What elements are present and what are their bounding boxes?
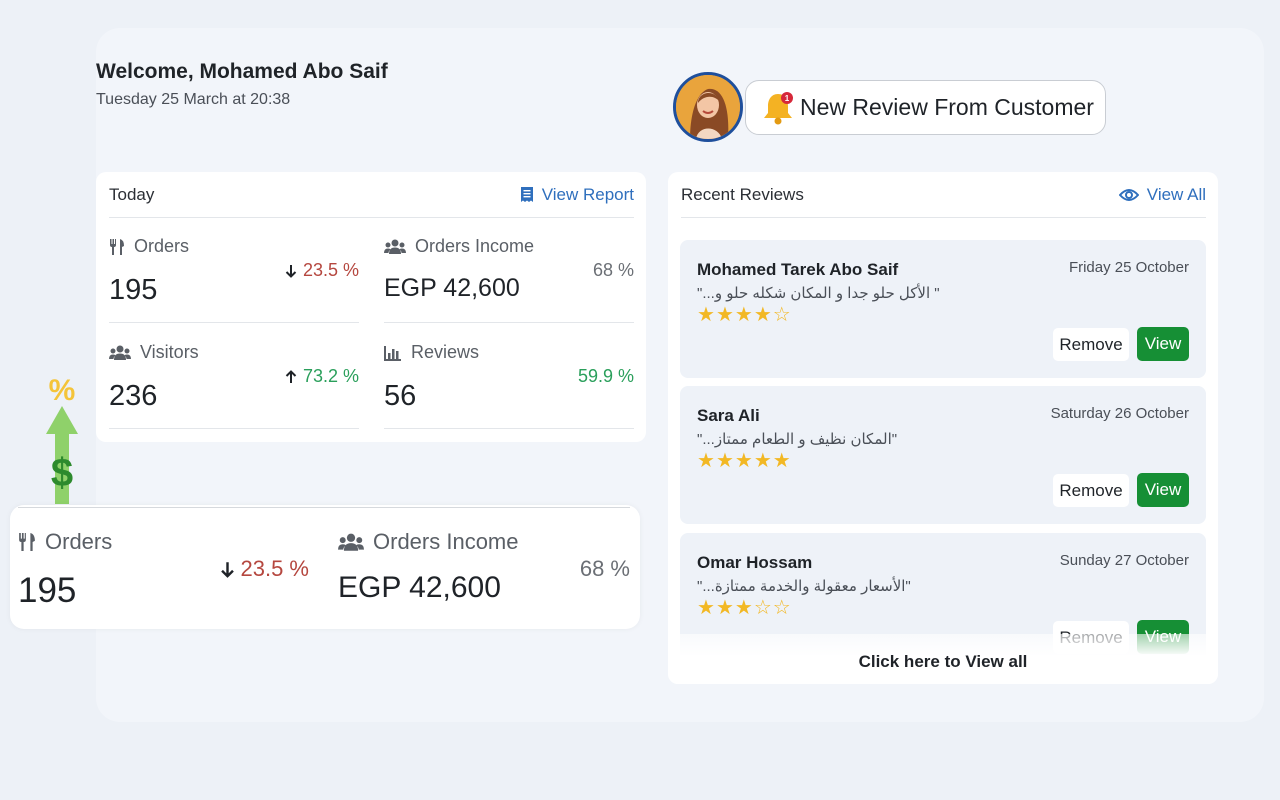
view-all-label: View All xyxy=(1146,184,1206,204)
remove-button[interactable]: Remove xyxy=(1053,474,1129,507)
svg-text:$: $ xyxy=(51,451,73,495)
star-filled-icon: ★ xyxy=(734,450,753,472)
current-datetime: Tuesday 25 March at 20:38 xyxy=(96,91,291,108)
arrow-down-icon xyxy=(220,561,234,578)
stat-value-orders: 195 xyxy=(18,571,77,610)
notification-text: New Review From Customer xyxy=(800,94,1094,120)
review-text: " الأكل حلو جدا و المكان شكله حلو و..." xyxy=(697,285,940,302)
avatar[interactable] xyxy=(673,72,743,142)
recent-reviews-card: Recent Reviews View All Mohamed Tarek Ab… xyxy=(668,172,1218,684)
stat-orders-income: Orders Income EGP 42,600 68 % xyxy=(384,218,634,323)
stat-value-orders-income: EGP 42,600 xyxy=(384,274,520,302)
stat-value-reviews: 56 xyxy=(384,380,417,412)
eye-icon xyxy=(1118,188,1139,201)
review-item: Mohamed Tarek Abo Saif Friday 25 October… xyxy=(680,240,1206,378)
growth-arrow-icon: % $ xyxy=(40,372,84,504)
stat-orders: Orders 195 23.5 % xyxy=(109,218,359,323)
stat-change-orders-income: 68 % xyxy=(579,556,630,581)
stat-label-reviews: Reviews xyxy=(411,342,480,362)
star-filled-icon: ★ xyxy=(753,450,772,472)
stat-label-visitors: Visitors xyxy=(140,342,199,362)
view-all-link[interactable]: View All xyxy=(1118,184,1206,205)
receipt-icon xyxy=(520,187,533,202)
star-filled-icon: ★ xyxy=(715,304,734,326)
stat-orders-zoomed: Orders 195 23.5 % xyxy=(18,505,309,610)
stat-change-orders-income: 68 % xyxy=(592,260,634,280)
stat-label-orders-income: Orders Income xyxy=(373,529,519,554)
star-filled-icon: ★ xyxy=(734,597,753,619)
recent-reviews-header: Recent Reviews View All xyxy=(681,172,1206,218)
stat-change-visitors: 73.2 % xyxy=(302,366,359,386)
reviewer-name: Mohamed Tarek Abo Saif xyxy=(697,260,899,279)
review-date: Sunday 27 October xyxy=(1059,552,1189,569)
arrow-down-icon xyxy=(285,264,297,278)
users-icon xyxy=(109,345,131,360)
stat-label-orders-income: Orders Income xyxy=(415,236,535,256)
star-filled-icon: ★ xyxy=(697,450,715,472)
review-text: "المكان نظيف و الطعام ممتاز..." xyxy=(697,431,898,448)
reviewer-name: Omar Hossam xyxy=(697,553,813,572)
bell-icon: 1 xyxy=(760,90,796,126)
welcome-title: Welcome, Mohamed Abo Saif xyxy=(96,60,388,83)
star-filled-icon: ★ xyxy=(697,597,715,619)
star-filled-icon: ★ xyxy=(697,304,715,326)
svg-text:%: % xyxy=(49,374,76,407)
review-date: Saturday 26 October xyxy=(1050,405,1189,422)
star-rating: ★ ★ ★ ☆ ☆ xyxy=(697,597,791,619)
stat-change-orders: 23.5 % xyxy=(302,260,359,280)
view-button[interactable]: View xyxy=(1137,473,1189,507)
bar-chart-icon xyxy=(384,345,401,361)
users-icon xyxy=(384,239,406,254)
view-all-overlay-label: Click here to View all xyxy=(858,652,1028,671)
utensils-icon xyxy=(19,533,35,551)
stat-label-orders: Orders xyxy=(134,236,190,256)
view-report-label: View Report xyxy=(541,184,634,204)
star-rating: ★ ★ ★ ★ ★ xyxy=(697,450,791,472)
stat-reviews: Reviews 56 59.9 % xyxy=(384,324,634,429)
stat-change-reviews: 59.9 % xyxy=(577,366,634,386)
reviewer-name: Sara Ali xyxy=(697,406,760,425)
recent-reviews-title: Recent Reviews xyxy=(681,184,804,204)
new-review-notification[interactable]: 1 New Review From Customer xyxy=(745,80,1106,135)
today-title: Today xyxy=(109,184,155,204)
review-date: Friday 25 October xyxy=(1068,259,1189,276)
stat-value-visitors: 236 xyxy=(109,380,158,412)
avatar-image xyxy=(676,75,740,139)
star-rating: ★ ★ ★ ★ ☆ xyxy=(697,304,791,326)
view-all-overlay[interactable]: Click here to View all xyxy=(668,634,1218,684)
users-icon xyxy=(338,533,364,551)
remove-button[interactable]: Remove xyxy=(1053,328,1129,361)
notification-badge: 1 xyxy=(785,94,790,103)
today-card-header: Today View Report xyxy=(109,172,634,218)
star-empty-icon: ☆ xyxy=(772,304,791,326)
review-text: "الأسعار معقولة والخدمة ممتازة..." xyxy=(697,578,911,595)
stat-orders-income-zoomed: Orders Income EGP 42,600 68 % xyxy=(338,505,630,610)
star-empty-icon: ☆ xyxy=(772,597,791,619)
stat-label-orders: Orders xyxy=(45,529,113,554)
view-button[interactable]: View xyxy=(1137,327,1189,361)
utensils-icon xyxy=(110,238,124,255)
star-filled-icon: ★ xyxy=(715,597,734,619)
stat-value-orders: 195 xyxy=(109,274,158,306)
review-item: Sara Ali Saturday 26 October "المكان نظي… xyxy=(680,386,1206,524)
arrow-up-icon xyxy=(285,369,297,383)
view-report-link[interactable]: View Report xyxy=(520,185,634,205)
stat-change-orders: 23.5 % xyxy=(240,556,310,581)
star-filled-icon: ★ xyxy=(734,304,753,326)
star-filled-icon: ★ xyxy=(772,450,791,472)
stat-value-orders-income: EGP 42,600 xyxy=(338,571,501,604)
today-card: Today View Report Orders 195 23.5 % Orde… xyxy=(96,172,646,442)
zoomed-orders-stats: Orders 195 23.5 % Orders Income EGP 42,6… xyxy=(10,505,640,629)
star-empty-icon: ☆ xyxy=(753,597,772,619)
stat-visitors: Visitors 236 73.2 % xyxy=(109,324,359,429)
star-filled-icon: ★ xyxy=(715,450,734,472)
star-filled-icon: ★ xyxy=(753,304,772,326)
